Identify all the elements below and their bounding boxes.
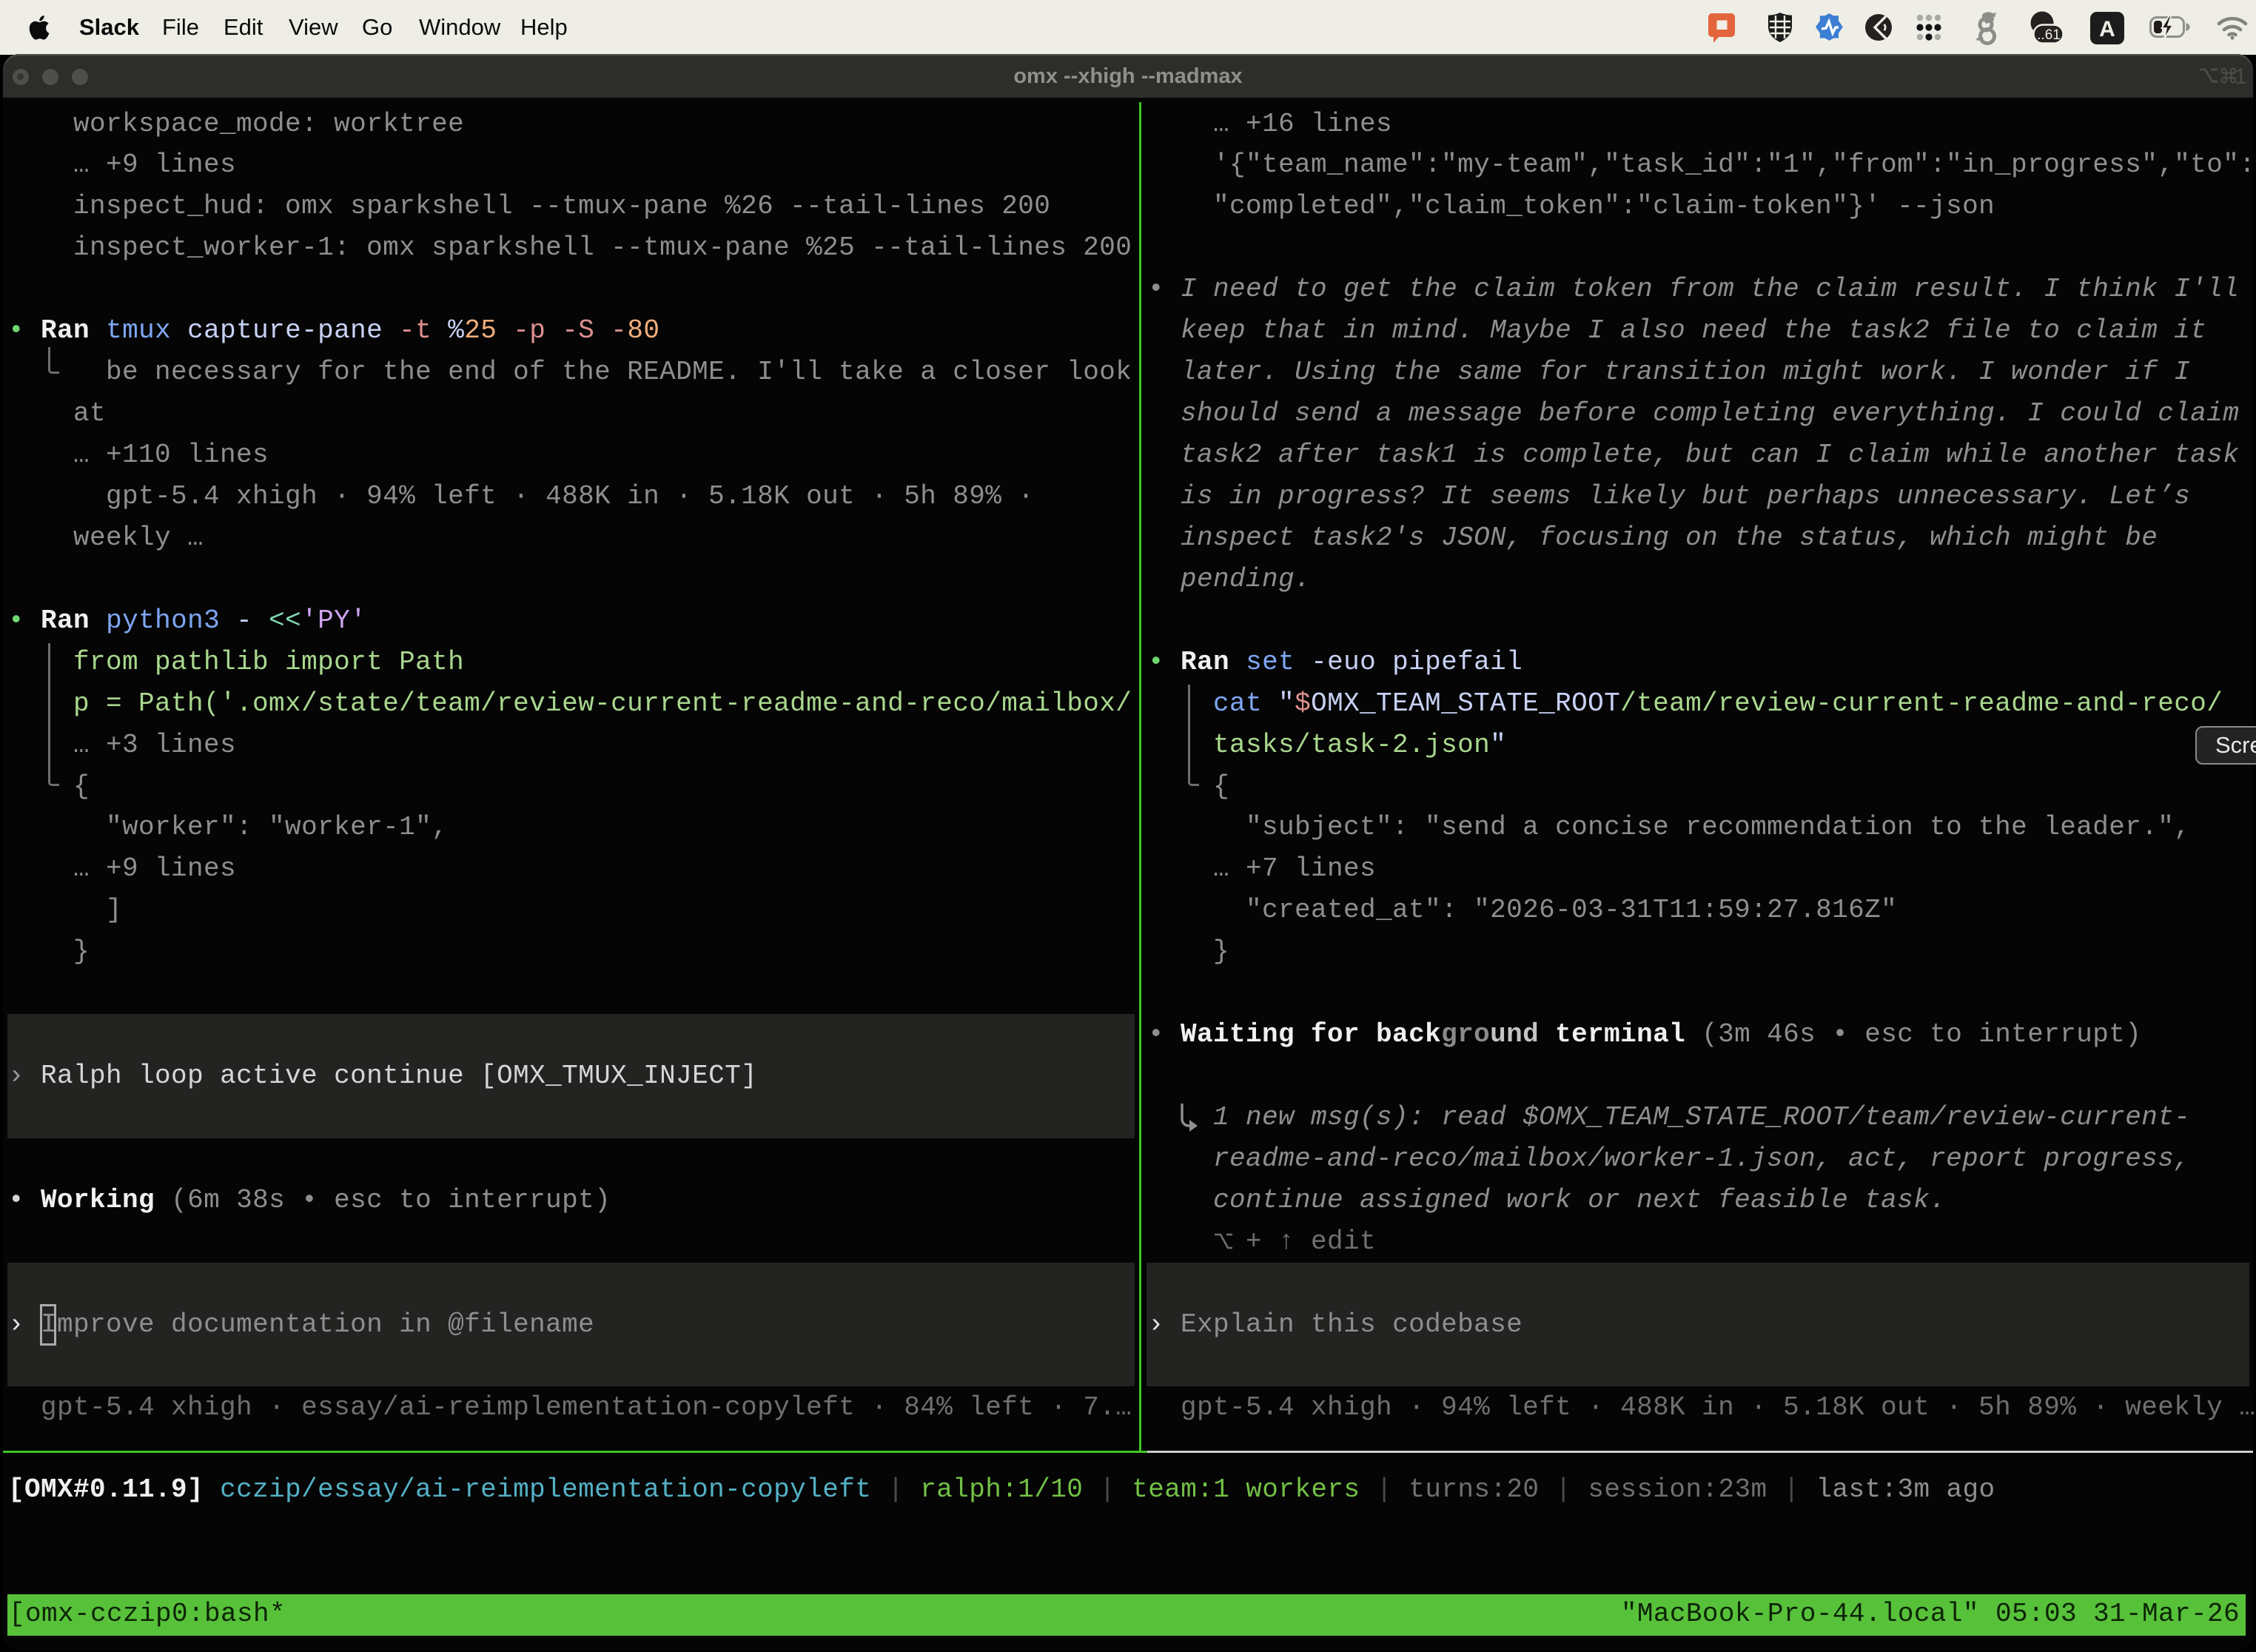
svg-text:..61: ..61 <box>2037 27 2061 43</box>
svg-text:A: A <box>2099 17 2115 41</box>
